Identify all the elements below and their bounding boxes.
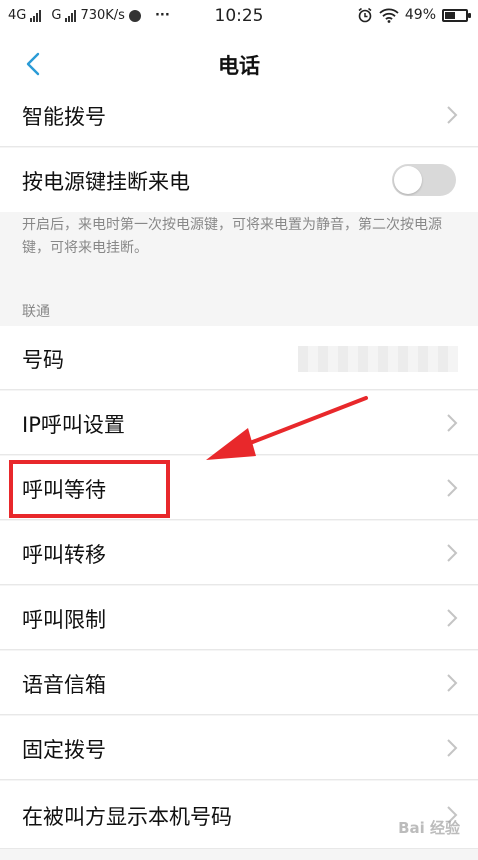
section-label-carrier: 联通 — [22, 304, 50, 320]
row-number-label: 号码 — [22, 348, 64, 372]
row-call-forwarding[interactable]: 呼叫转移 — [0, 521, 478, 585]
alarm-icon — [358, 7, 372, 23]
row-fixed-dialing[interactable]: 固定拨号 — [0, 716, 478, 780]
row-number[interactable]: 号码 — [0, 326, 478, 390]
battery-icon — [442, 8, 471, 22]
blurred-phone-number — [298, 346, 458, 372]
row-show-number-label: 在被叫方显示本机号码 — [22, 805, 232, 829]
status-bar: 4G G 730K/s ··· 10:25 49% — [0, 0, 478, 34]
row-fixed-dialing-label: 固定拨号 — [22, 738, 106, 762]
chevron-right-icon — [447, 739, 458, 757]
highlight-box — [9, 460, 170, 518]
row-voicemail-label: 语音信箱 — [22, 673, 106, 697]
power-key-description: 开启后，来电时第一次按电源键，可将来电置为静音，第二次按电源键，可将来电挂断。 — [22, 217, 442, 256]
row-ip-call-label: IP呼叫设置 — [22, 413, 125, 437]
chevron-right-icon — [447, 479, 458, 497]
page-title: 电话 — [218, 54, 260, 78]
chevron-right-icon — [447, 674, 458, 692]
row-smart-dial[interactable]: 智能拨号 — [0, 83, 478, 147]
row-ip-call[interactable]: IP呼叫设置 — [0, 391, 478, 455]
row-smart-dial-label: 智能拨号 — [22, 105, 106, 129]
chevron-right-icon — [447, 609, 458, 627]
toggle-knob — [394, 166, 422, 194]
chevron-right-icon — [447, 544, 458, 562]
status-right: 49% — [357, 7, 471, 23]
row-call-barring-label: 呼叫限制 — [22, 608, 106, 632]
row-call-barring[interactable]: 呼叫限制 — [0, 586, 478, 650]
row-call-forwarding-label: 呼叫转移 — [22, 543, 106, 567]
row-show-number[interactable]: 在被叫方显示本机号码 — [0, 781, 478, 849]
battery-percent: 49% — [404, 7, 436, 23]
power-key-hangup-toggle[interactable] — [392, 164, 456, 196]
wifi-icon — [379, 8, 399, 23]
watermark-logo: Bai 经验 — [398, 819, 460, 837]
chevron-right-icon — [447, 414, 458, 432]
row-power-key-hangup-label: 按电源键挂断来电 — [22, 170, 190, 194]
row-voicemail[interactable]: 语音信箱 — [0, 651, 478, 715]
chevron-right-icon — [447, 106, 458, 124]
row-power-key-hangup: 按电源键挂断来电 — [0, 148, 478, 212]
